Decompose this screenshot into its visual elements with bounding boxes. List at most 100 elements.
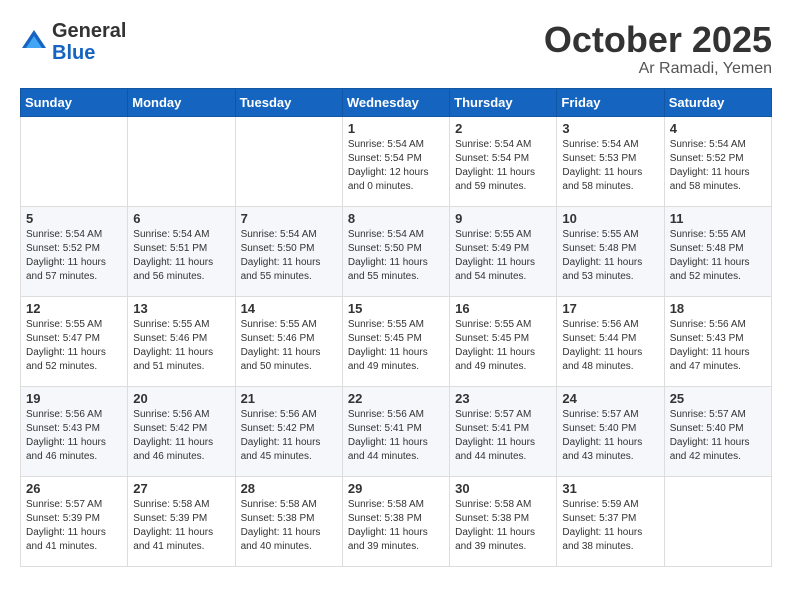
day-info: Sunrise: 5:54 AMSunset: 5:52 PMDaylight:… bbox=[26, 228, 122, 284]
day-info: Sunrise: 5:55 AMSunset: 5:48 PMDaylight:… bbox=[670, 228, 766, 284]
calendar-cell: 23 Sunrise: 5:57 AMSunset: 5:41 PMDayligh… bbox=[450, 386, 557, 476]
day-number: 30 bbox=[455, 481, 551, 496]
day-number: 29 bbox=[348, 481, 444, 496]
calendar-cell: 2 Sunrise: 5:54 AMSunset: 5:54 PMDaylight… bbox=[450, 116, 557, 206]
calendar-cell: 10 Sunrise: 5:55 AMSunset: 5:48 PMDayligh… bbox=[557, 206, 664, 296]
day-info: Sunrise: 5:57 AMSunset: 5:39 PMDaylight:… bbox=[26, 498, 122, 554]
day-info: Sunrise: 5:55 AMSunset: 5:49 PMDaylight:… bbox=[455, 228, 551, 284]
day-number: 18 bbox=[670, 301, 766, 316]
day-info: Sunrise: 5:59 AMSunset: 5:37 PMDaylight:… bbox=[562, 498, 658, 554]
day-info: Sunrise: 5:54 AMSunset: 5:51 PMDaylight:… bbox=[133, 228, 229, 284]
day-number: 2 bbox=[455, 121, 551, 136]
day-info: Sunrise: 5:54 AMSunset: 5:50 PMDaylight:… bbox=[348, 228, 444, 284]
day-info: Sunrise: 5:55 AMSunset: 5:45 PMDaylight:… bbox=[348, 318, 444, 374]
calendar-cell: 31 Sunrise: 5:59 AMSunset: 5:37 PMDayligh… bbox=[557, 476, 664, 566]
day-info: Sunrise: 5:57 AMSunset: 5:40 PMDaylight:… bbox=[562, 408, 658, 464]
day-number: 16 bbox=[455, 301, 551, 316]
day-number: 25 bbox=[670, 391, 766, 406]
day-number: 5 bbox=[26, 211, 122, 226]
day-number: 27 bbox=[133, 481, 229, 496]
calendar-cell: 26Sunrise: 5:57 AMSunset: 5:39 PMDayligh… bbox=[21, 476, 128, 566]
location-text: Ar Ramadi, Yemen bbox=[544, 60, 772, 78]
day-info: Sunrise: 5:56 AMSunset: 5:43 PMDaylight:… bbox=[26, 408, 122, 464]
day-number: 9 bbox=[455, 211, 551, 226]
logo-text: General Blue bbox=[52, 20, 126, 64]
day-info: Sunrise: 5:54 AMSunset: 5:52 PMDaylight:… bbox=[670, 138, 766, 194]
day-info: Sunrise: 5:56 AMSunset: 5:42 PMDaylight:… bbox=[241, 408, 337, 464]
day-number: 7 bbox=[241, 211, 337, 226]
calendar-week-row: 1 Sunrise: 5:54 AMSunset: 5:54 PMDaylight… bbox=[21, 116, 772, 206]
weekday-header-thursday: Thursday bbox=[450, 88, 557, 116]
day-info: Sunrise: 5:56 AMSunset: 5:44 PMDaylight:… bbox=[562, 318, 658, 374]
calendar-cell: 16 Sunrise: 5:55 AMSunset: 5:45 PMDayligh… bbox=[450, 296, 557, 386]
calendar-cell: 9 Sunrise: 5:55 AMSunset: 5:49 PMDaylight… bbox=[450, 206, 557, 296]
calendar-cell: 27 Sunrise: 5:58 AMSunset: 5:39 PMDayligh… bbox=[128, 476, 235, 566]
day-info: Sunrise: 5:57 AMSunset: 5:40 PMDaylight:… bbox=[670, 408, 766, 464]
month-title: October 2025 bbox=[544, 20, 772, 60]
day-number: 14 bbox=[241, 301, 337, 316]
weekday-header-friday: Friday bbox=[557, 88, 664, 116]
weekday-header-wednesday: Wednesday bbox=[342, 88, 449, 116]
day-info: Sunrise: 5:55 AMSunset: 5:48 PMDaylight:… bbox=[562, 228, 658, 284]
day-number: 19 bbox=[26, 391, 122, 406]
day-number: 13 bbox=[133, 301, 229, 316]
day-number: 24 bbox=[562, 391, 658, 406]
day-info: Sunrise: 5:56 AMSunset: 5:42 PMDaylight:… bbox=[133, 408, 229, 464]
calendar-cell: 3Sunrise: 5:54 AMSunset: 5:53 PMDaylight… bbox=[557, 116, 664, 206]
day-info: Sunrise: 5:55 AMSunset: 5:46 PMDaylight:… bbox=[133, 318, 229, 374]
day-info: Sunrise: 5:54 AMSunset: 5:50 PMDaylight:… bbox=[241, 228, 337, 284]
day-number: 1 bbox=[348, 121, 444, 136]
calendar-cell bbox=[21, 116, 128, 206]
day-info: Sunrise: 5:58 AMSunset: 5:38 PMDaylight:… bbox=[241, 498, 337, 554]
day-info: Sunrise: 5:58 AMSunset: 5:38 PMDaylight:… bbox=[455, 498, 551, 554]
day-info: Sunrise: 5:54 AMSunset: 5:53 PMDaylight:… bbox=[562, 138, 658, 194]
day-number: 31 bbox=[562, 481, 658, 496]
calendar-cell: 14 Sunrise: 5:55 AMSunset: 5:46 PMDayligh… bbox=[235, 296, 342, 386]
calendar-cell: 30 Sunrise: 5:58 AMSunset: 5:38 PMDayligh… bbox=[450, 476, 557, 566]
day-number: 6 bbox=[133, 211, 229, 226]
day-number: 23 bbox=[455, 391, 551, 406]
day-number: 8 bbox=[348, 211, 444, 226]
calendar-cell: 11Sunrise: 5:55 AMSunset: 5:48 PMDayligh… bbox=[664, 206, 771, 296]
day-info: Sunrise: 5:55 AMSunset: 5:46 PMDaylight:… bbox=[241, 318, 337, 374]
calendar-cell bbox=[235, 116, 342, 206]
day-info: Sunrise: 5:58 AMSunset: 5:39 PMDaylight:… bbox=[133, 498, 229, 554]
day-number: 21 bbox=[241, 391, 337, 406]
logo: General Blue bbox=[20, 20, 126, 64]
title-block: October 2025 Ar Ramadi, Yemen bbox=[544, 20, 772, 78]
day-info: Sunrise: 5:57 AMSunset: 5:41 PMDaylight:… bbox=[455, 408, 551, 464]
calendar-cell: 1 Sunrise: 5:54 AMSunset: 5:54 PMDaylight… bbox=[342, 116, 449, 206]
day-info: Sunrise: 5:58 AMSunset: 5:38 PMDaylight:… bbox=[348, 498, 444, 554]
day-info: Sunrise: 5:56 AMSunset: 5:43 PMDaylight:… bbox=[670, 318, 766, 374]
calendar-cell: 8 Sunrise: 5:54 AMSunset: 5:50 PMDaylight… bbox=[342, 206, 449, 296]
calendar-cell: 24 Sunrise: 5:57 AMSunset: 5:40 PMDayligh… bbox=[557, 386, 664, 476]
day-info: Sunrise: 5:55 AMSunset: 5:45 PMDaylight:… bbox=[455, 318, 551, 374]
calendar-week-row: 5 Sunrise: 5:54 AMSunset: 5:52 PMDaylight… bbox=[21, 206, 772, 296]
day-info: Sunrise: 5:54 AMSunset: 5:54 PMDaylight:… bbox=[455, 138, 551, 194]
weekday-header-row: SundayMondayTuesdayWednesdayThursdayFrid… bbox=[21, 88, 772, 116]
calendar-cell: 13 Sunrise: 5:55 AMSunset: 5:46 PMDayligh… bbox=[128, 296, 235, 386]
logo-general-text: General bbox=[52, 20, 126, 42]
page-header: General Blue October 2025 Ar Ramadi, Yem… bbox=[20, 20, 772, 78]
logo-blue-text: Blue bbox=[52, 42, 95, 64]
calendar-cell: 25 Sunrise: 5:57 AMSunset: 5:40 PMDayligh… bbox=[664, 386, 771, 476]
day-number: 17 bbox=[562, 301, 658, 316]
calendar-cell: 7 Sunrise: 5:54 AMSunset: 5:50 PMDaylight… bbox=[235, 206, 342, 296]
day-number: 22 bbox=[348, 391, 444, 406]
day-info: Sunrise: 5:54 AMSunset: 5:54 PMDaylight:… bbox=[348, 138, 444, 194]
calendar-table: SundayMondayTuesdayWednesdayThursdayFrid… bbox=[20, 88, 772, 567]
calendar-cell bbox=[128, 116, 235, 206]
calendar-week-row: 12Sunrise: 5:55 AMSunset: 5:47 PMDayligh… bbox=[21, 296, 772, 386]
calendar-cell: 28Sunrise: 5:58 AMSunset: 5:38 PMDayligh… bbox=[235, 476, 342, 566]
weekday-header-sunday: Sunday bbox=[21, 88, 128, 116]
day-number: 15 bbox=[348, 301, 444, 316]
calendar-cell: 15 Sunrise: 5:55 AMSunset: 5:45 PMDayligh… bbox=[342, 296, 449, 386]
calendar-week-row: 26Sunrise: 5:57 AMSunset: 5:39 PMDayligh… bbox=[21, 476, 772, 566]
calendar-cell bbox=[664, 476, 771, 566]
calendar-cell: 22Sunrise: 5:56 AMSunset: 5:41 PMDayligh… bbox=[342, 386, 449, 476]
day-number: 10 bbox=[562, 211, 658, 226]
calendar-cell: 21 Sunrise: 5:56 AMSunset: 5:42 PMDayligh… bbox=[235, 386, 342, 476]
weekday-header-tuesday: Tuesday bbox=[235, 88, 342, 116]
calendar-cell: 18 Sunrise: 5:56 AMSunset: 5:43 PMDayligh… bbox=[664, 296, 771, 386]
day-number: 20 bbox=[133, 391, 229, 406]
